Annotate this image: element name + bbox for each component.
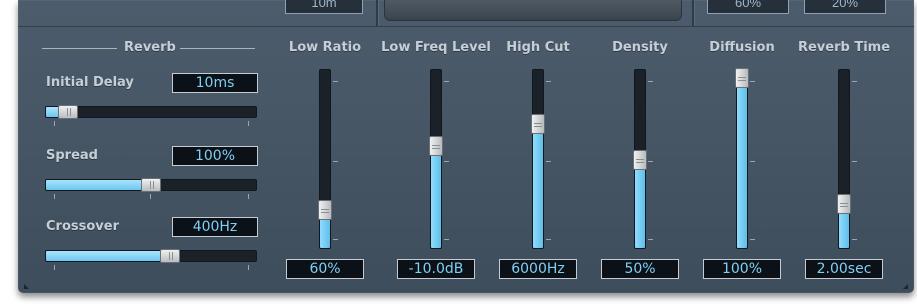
crossover-label: Crossover [46, 219, 119, 234]
fader-tick [546, 239, 551, 240]
slider-fill [46, 251, 165, 261]
fader-tick [444, 239, 449, 240]
fader-tick [333, 239, 338, 240]
fader-tick [444, 161, 449, 162]
low-freq-level-value[interactable]: -10.0dB [397, 259, 475, 279]
fader-tick [750, 161, 755, 162]
corner-grip [903, 284, 908, 289]
fader-tick [546, 81, 551, 82]
fader-thumb[interactable] [318, 200, 332, 220]
top-divider [692, 0, 695, 26]
fader-tick [750, 81, 755, 82]
reverb-time-label: Reverb Time [797, 40, 891, 55]
slider-thumb[interactable] [58, 105, 78, 119]
low-ratio-value[interactable]: 60% [286, 259, 364, 279]
slider-tick [248, 265, 249, 270]
fader-fill [431, 145, 441, 248]
slider-tick [248, 121, 249, 126]
spread-label: Spread [46, 148, 98, 163]
high-cut-fader[interactable] [531, 69, 545, 249]
low-freq-level-fader[interactable] [429, 69, 443, 249]
fader-tick [852, 239, 857, 240]
slider-fill [46, 180, 146, 190]
initial-delay-value[interactable]: 10ms [172, 73, 258, 93]
diffusion-value[interactable]: 100% [703, 259, 781, 279]
slider-tick [248, 194, 249, 199]
slider-tick [54, 265, 55, 270]
spread-slider[interactable] [45, 178, 257, 192]
fader-tick [333, 161, 338, 162]
reverb-time-fader[interactable] [837, 69, 851, 249]
density-value[interactable]: 50% [601, 259, 679, 279]
fader-thumb[interactable] [837, 194, 851, 214]
slider-tick [150, 194, 151, 199]
slider-thumb[interactable] [160, 249, 180, 263]
slider-tick [54, 194, 55, 199]
fader-fill [635, 159, 645, 248]
section-rule-right [180, 48, 255, 49]
top-value-box-3[interactable]: 20% [804, 0, 886, 14]
low-ratio-label: Low Ratio [288, 40, 362, 55]
reverb-panel: 10m 60% 20% Reverb Initial Delay 10ms Sp… [18, 0, 914, 293]
reverb-time-value[interactable]: 2.00sec [805, 259, 883, 279]
fader-thumb[interactable] [735, 68, 749, 88]
fader-fill [533, 123, 543, 248]
section-rule-left [42, 48, 117, 49]
fader-tick [648, 81, 653, 82]
crossover-value[interactable]: 400Hz [172, 217, 258, 237]
fader-tick [444, 81, 449, 82]
reverb-section-title: Reverb [124, 40, 176, 55]
fader-tick [750, 239, 755, 240]
slider-thumb[interactable] [141, 178, 161, 192]
top-divider-line [18, 26, 914, 27]
top-value-box-2[interactable]: 60% [707, 0, 789, 14]
fader-fill [737, 75, 747, 248]
fader-tick [648, 161, 653, 162]
top-control-strip: 10m 60% 20% [18, 0, 914, 26]
fader-tick [333, 81, 338, 82]
density-fader[interactable] [633, 69, 647, 249]
spread-value[interactable]: 100% [172, 146, 258, 166]
fader-tick [852, 81, 857, 82]
top-divider [376, 0, 379, 26]
low-ratio-fader[interactable] [318, 69, 332, 249]
fader-tick [852, 161, 857, 162]
top-slider-track[interactable] [384, 0, 682, 21]
initial-delay-slider[interactable] [45, 105, 257, 119]
crossover-slider[interactable] [45, 249, 257, 263]
fader-tick [648, 239, 653, 240]
fader-thumb[interactable] [429, 136, 443, 156]
diffusion-fader[interactable] [735, 68, 749, 249]
fader-thumb[interactable] [531, 114, 545, 134]
fader-tick [546, 161, 551, 162]
fader-thumb[interactable] [633, 150, 647, 170]
slider-tick [54, 121, 55, 126]
high-cut-value[interactable]: 6000Hz [499, 259, 577, 279]
corner-grip [24, 284, 29, 289]
initial-delay-label: Initial Delay [46, 75, 134, 90]
top-value-box-1[interactable]: 10m [285, 0, 363, 14]
